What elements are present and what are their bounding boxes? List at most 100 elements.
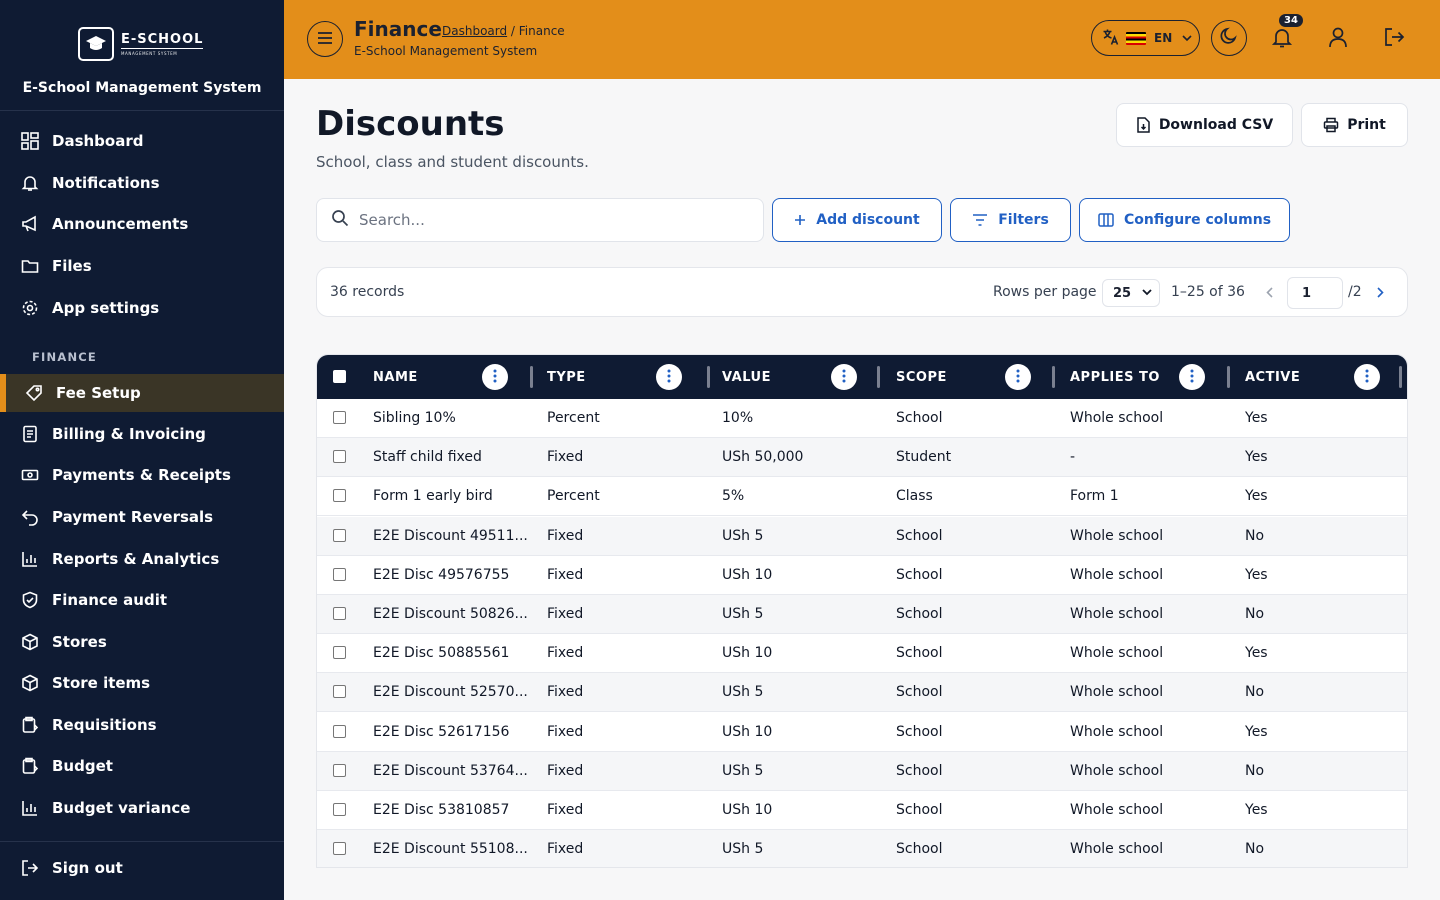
table-row[interactable]: E2E Disc 49576755 Fixed USh 10 School Whole … <box>317 556 1407 595</box>
sidebar-item-label: App settings <box>52 299 160 317</box>
table-row[interactable]: E2E Discount 50826... Fixed USh 5 School Who… <box>317 595 1407 634</box>
row-checkbox[interactable] <box>333 646 346 660</box>
table-row[interactable]: Sibling 10% Percent 10% School Whole school Y… <box>317 399 1407 438</box>
sidebar-item-notifications[interactable]: Notifications <box>0 164 284 202</box>
table-row[interactable]: Form 1 early bird Percent 5% Class Form 1 Yes <box>317 477 1407 517</box>
row-checkbox[interactable] <box>333 803 346 816</box>
total-pages: /2 <box>1348 284 1362 300</box>
row-checkbox[interactable] <box>333 724 346 738</box>
sidebar-item-payments[interactable]: Payments & Receipts <box>0 456 284 494</box>
row-checkbox[interactable] <box>333 607 346 620</box>
sidebar-item-label: Files <box>52 257 92 275</box>
sidebar-item-payment-reversals[interactable]: Payment Reversals <box>0 498 284 536</box>
sidebar-item-dashboard[interactable]: Dashboard <box>0 122 284 160</box>
chevron-down-icon <box>1182 34 1192 42</box>
column-header-active[interactable]: ACTIVE <box>1245 355 1300 399</box>
table-cell: USh 5 <box>722 684 764 701</box>
column-resize-handle[interactable] <box>707 366 710 388</box>
sidebar-item-fee-setup[interactable]: Fee Setup <box>0 374 284 412</box>
sign-out-button[interactable]: Sign out <box>0 849 284 887</box>
sidebar-item-budget[interactable]: Budget <box>0 747 284 785</box>
column-header-value[interactable]: VALUE <box>722 355 771 399</box>
column-menu-button[interactable] <box>656 364 682 390</box>
sidebar-item-billing[interactable]: Billing & Invoicing <box>0 415 284 453</box>
breadcrumb-link-dashboard[interactable]: Dashboard <box>442 24 507 38</box>
download-csv-button[interactable]: Download CSV <box>1116 103 1293 147</box>
sidebar-item-app-settings[interactable]: App settings <box>0 289 284 327</box>
sidebar-item-requisitions[interactable]: Requisitions <box>0 706 284 744</box>
table-row[interactable]: E2E Discount 55108... Fixed USh 5 School Who… <box>317 830 1407 867</box>
sidebar-item-announcements[interactable]: Announcements <box>0 205 284 243</box>
page-number-input[interactable]: 1 <box>1287 277 1343 309</box>
table-cell: E2E Discount 49511... <box>373 527 528 544</box>
logout-button[interactable] <box>1381 26 1407 52</box>
profile-button[interactable] <box>1325 26 1351 52</box>
theme-toggle-button[interactable] <box>1211 20 1247 56</box>
table-row[interactable]: E2E Disc 50885561 Fixed USh 10 School Whole … <box>317 634 1407 674</box>
divider <box>0 110 284 111</box>
menu-toggle-button[interactable] <box>307 21 343 57</box>
bell-icon <box>20 173 40 193</box>
column-header-name[interactable]: NAME <box>373 355 418 399</box>
add-discount-button[interactable]: Add discount <box>772 198 942 242</box>
table-cell: School <box>896 684 943 701</box>
undo-icon <box>20 507 40 527</box>
row-checkbox[interactable] <box>333 450 346 464</box>
table-cell: E2E Discount 53764... <box>373 762 528 779</box>
rows-per-page-select[interactable]: 25 <box>1102 279 1160 307</box>
sidebar-item-stores[interactable]: Stores <box>0 623 284 661</box>
column-resize-handle[interactable] <box>1052 366 1055 388</box>
row-checkbox[interactable] <box>333 685 346 699</box>
table-row[interactable]: E2E Disc 53810857 Fixed USh 10 School Whole … <box>317 791 1407 830</box>
next-page-button[interactable] <box>1371 283 1389 301</box>
chevron-down-icon <box>1142 289 1152 296</box>
language-selector[interactable]: EN <box>1091 20 1200 56</box>
sidebar-item-files[interactable]: Files <box>0 247 284 285</box>
row-checkbox[interactable] <box>333 763 346 777</box>
previous-page-button[interactable] <box>1260 283 1278 301</box>
sidebar-item-budget-variance[interactable]: Budget variance <box>0 789 284 827</box>
column-menu-button[interactable] <box>1005 364 1031 390</box>
sidebar-item-reports[interactable]: Reports & Analytics <box>0 540 284 578</box>
moon-icon <box>1220 27 1238 49</box>
search-box[interactable] <box>316 198 764 242</box>
print-button[interactable]: Print <box>1301 103 1408 147</box>
megaphone-icon <box>20 214 40 234</box>
column-menu-button[interactable] <box>1179 364 1205 390</box>
sidebar-item-label: Store items <box>52 674 151 692</box>
column-menu-button[interactable] <box>1354 364 1380 390</box>
table-row[interactable]: E2E Discount 49511... Fixed USh 5 School Who… <box>317 516 1407 556</box>
column-header-scope[interactable]: SCOPE <box>896 355 947 399</box>
bar-chart-icon <box>20 549 40 569</box>
select-all-checkbox[interactable] <box>333 370 346 383</box>
table-row[interactable]: Staff child fixed Fixed USh 50,000 Student -… <box>317 438 1407 478</box>
page-range: 1–25 of 36 <box>1171 284 1245 300</box>
column-resize-handle[interactable] <box>530 366 533 388</box>
table-cell: Yes <box>1245 449 1268 466</box>
row-checkbox[interactable] <box>333 528 346 542</box>
table-cell: School <box>896 527 943 544</box>
sidebar-item-store-items[interactable]: Store items <box>0 664 284 702</box>
search-input[interactable] <box>359 211 739 229</box>
row-checkbox[interactable] <box>333 842 346 856</box>
row-checkbox[interactable] <box>333 489 346 503</box>
row-checkbox[interactable] <box>333 411 346 424</box>
filters-button[interactable]: Filters <box>950 198 1071 242</box>
column-resize-handle[interactable] <box>877 366 880 388</box>
column-menu-button[interactable] <box>482 364 508 390</box>
table-row[interactable]: E2E Discount 53764... Fixed USh 5 School Who… <box>317 751 1407 791</box>
column-resize-handle[interactable] <box>1227 366 1230 388</box>
column-menu-button[interactable] <box>831 364 857 390</box>
column-header-applies-to[interactable]: APPLIES TO <box>1070 355 1160 399</box>
configure-columns-button[interactable]: Configure columns <box>1079 198 1290 242</box>
sidebar-item-label: Stores <box>52 633 107 651</box>
table-row[interactable]: E2E Disc 52617156 Fixed USh 10 School Whole … <box>317 713 1407 752</box>
column-resize-handle[interactable] <box>1399 366 1402 388</box>
column-header-type[interactable]: TYPE <box>547 355 586 399</box>
row-checkbox[interactable] <box>333 567 346 581</box>
sidebar-item-finance-audit[interactable]: Finance audit <box>0 581 284 619</box>
table-cell: Whole school <box>1070 684 1164 701</box>
notifications-button[interactable] <box>1269 26 1295 52</box>
table-cell: Staff child fixed <box>373 449 482 466</box>
table-row[interactable]: E2E Discount 52570... Fixed USh 5 School Who… <box>317 673 1407 713</box>
